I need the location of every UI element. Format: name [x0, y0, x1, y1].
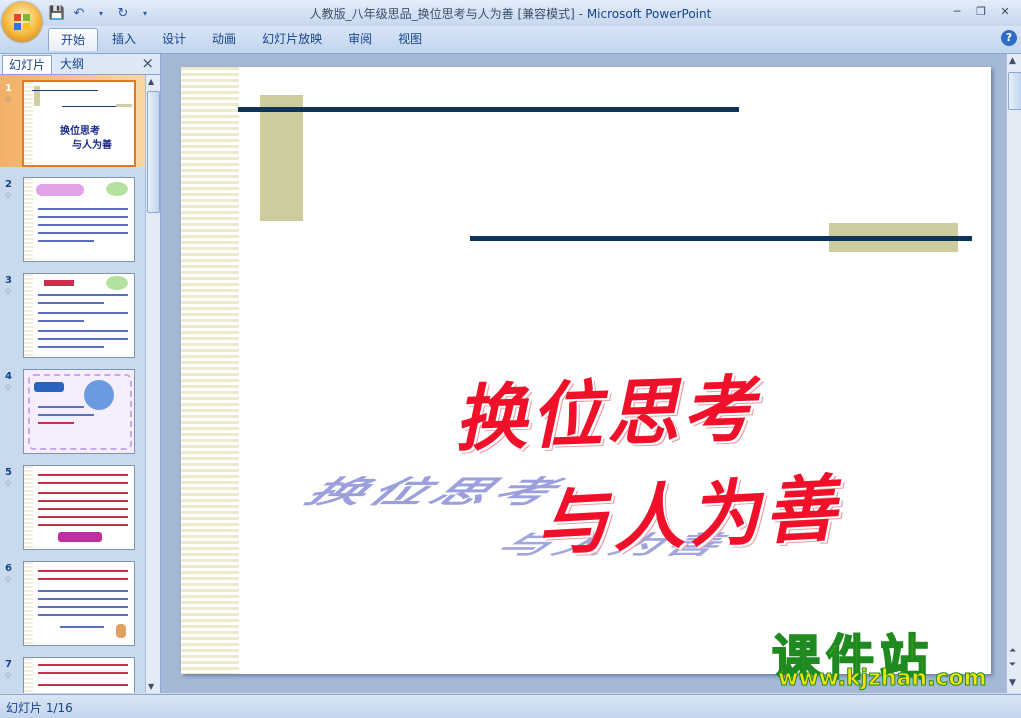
tab-view[interactable]: 视图 — [386, 28, 434, 50]
editor-scrollbar[interactable]: ▲ ⏶ ⏷ ▼ — [1006, 54, 1021, 693]
slide-editor: 换位思考 与人为善 换位思考 与人为善 — [161, 54, 1006, 693]
scroll-thumb[interactable] — [147, 91, 160, 213]
close-icon[interactable]: × — [141, 54, 154, 72]
scroll-up-icon[interactable]: ▲ — [148, 77, 154, 86]
slide-thumbnail[interactable]: 3 ☆ — [0, 267, 145, 359]
watermark-url: www.kjzhan.com — [778, 666, 988, 692]
ribbon-tabs: 开始 插入 设计 动画 幻灯片放映 审阅 视图 — [48, 28, 436, 51]
app-name: Microsoft PowerPoint — [586, 7, 712, 21]
thumbnail-image — [23, 369, 135, 454]
panel-tabs: 幻灯片 大纲 × — [0, 54, 160, 75]
slide-canvas[interactable]: 换位思考 与人为善 换位思考 与人为善 — [181, 67, 991, 674]
decorative-bar — [238, 107, 739, 112]
slide-thumbnail[interactable]: 5 ☆ — [0, 459, 145, 551]
tab-outline[interactable]: 大纲 — [54, 55, 90, 73]
status-bar: 幻灯片 1/16 — [0, 694, 1021, 718]
tab-home[interactable]: 开始 — [48, 28, 99, 51]
help-icon[interactable]: ? — [1001, 30, 1017, 46]
thumbnail-image — [23, 177, 135, 262]
close-icon[interactable]: ✕ — [995, 2, 1015, 20]
transition-icon: ☆ — [4, 191, 13, 201]
transition-icon: ☆ — [4, 575, 13, 585]
slide-number: 1 — [5, 83, 12, 94]
window-controls: ─ ❐ ✕ — [947, 2, 1015, 20]
transition-icon: ☆ — [4, 287, 13, 297]
slide-thumbnail-list: 1 ☆ 换位思考 与人为善 2 ☆ 3 ☆ 4 ☆ 5 ☆ 6 ☆ 7 ☆ — [0, 75, 145, 693]
slide-number: 6 — [5, 563, 12, 574]
slide-title-line1[interactable]: 换位思考 — [452, 350, 760, 466]
thumbnail-image — [23, 273, 135, 358]
window-title: 人教版_八年级思品_换位思考与人为善 [兼容模式] - Microsoft Po… — [309, 7, 712, 21]
slide-number: 4 — [5, 371, 12, 382]
slide-thumbnail[interactable]: 7 ☆ — [0, 651, 145, 693]
scroll-down-icon[interactable]: ▼ — [1009, 678, 1016, 688]
transition-icon: ☆ — [4, 671, 13, 681]
thumbnail-image: 换位思考 与人为善 — [22, 80, 136, 167]
next-slide-icon[interactable]: ⏷ — [1009, 660, 1016, 670]
slide-indicator: 幻灯片 1/16 — [6, 701, 73, 715]
slide-number: 7 — [5, 659, 12, 670]
document-name: 人教版_八年级思品_换位思考与人为善 [兼容模式] — [309, 7, 575, 21]
restore-icon[interactable]: ❐ — [971, 2, 991, 20]
transition-icon: ☆ — [4, 479, 13, 489]
transition-icon: ☆ — [4, 383, 13, 393]
transition-icon: ☆ — [4, 95, 13, 105]
watermark-logo: 课件站 www.kjzhan.com — [771, 618, 1004, 692]
slide-thumbnail[interactable]: 2 ☆ — [0, 171, 145, 263]
slide-title-line2[interactable]: 与人为善 — [533, 449, 842, 570]
slide-number: 5 — [5, 467, 12, 478]
slide-number: 2 — [5, 179, 12, 190]
minimize-icon[interactable]: ─ — [947, 2, 967, 20]
tab-slides[interactable]: 幻灯片 — [2, 55, 53, 74]
thumbnail-image — [23, 465, 135, 550]
tab-review[interactable]: 审阅 — [336, 28, 384, 50]
scroll-down-icon[interactable]: ▼ — [148, 682, 154, 691]
title-shadow: 换位思考 — [296, 473, 570, 511]
tab-animations[interactable]: 动画 — [200, 28, 248, 50]
slide-number: 3 — [5, 275, 12, 286]
slides-panel: 幻灯片 大纲 × 1 ☆ 换位思考 与人为善 2 ☆ 3 ☆ 4 ☆ 5 ☆ 6… — [0, 54, 161, 693]
scroll-up-icon[interactable]: ▲ — [1009, 56, 1016, 66]
decorative-stripe — [181, 67, 239, 674]
tab-insert[interactable]: 插入 — [100, 28, 148, 50]
slide-thumbnail[interactable]: 6 ☆ — [0, 555, 145, 647]
decorative-bar — [470, 236, 972, 241]
scroll-thumb[interactable] — [1008, 72, 1021, 110]
panel-scrollbar[interactable]: ▲ ▼ — [145, 75, 160, 693]
thumbnail-image — [23, 561, 135, 646]
ribbon: 开始 插入 设计 动画 幻灯片放映 审阅 视图 ? — [0, 26, 1021, 54]
office-logo-icon — [14, 14, 30, 30]
decorative-box — [260, 95, 303, 221]
thumb-caption: 换位思考 — [60, 126, 100, 137]
thumbnail-image — [23, 657, 135, 693]
office-button[interactable] — [2, 2, 42, 42]
slide-thumbnail[interactable]: 1 ☆ 换位思考 与人为善 — [0, 75, 145, 167]
prev-slide-icon[interactable]: ⏶ — [1009, 646, 1016, 656]
tab-slideshow[interactable]: 幻灯片放映 — [250, 28, 334, 50]
slide-thumbnail[interactable]: 4 ☆ — [0, 363, 145, 455]
tab-design[interactable]: 设计 — [150, 28, 198, 50]
title-bar: 💾 ↶ ▾ ↻ ▾ 人教版_八年级思品_换位思考与人为善 [兼容模式] - Mi… — [0, 0, 1021, 26]
